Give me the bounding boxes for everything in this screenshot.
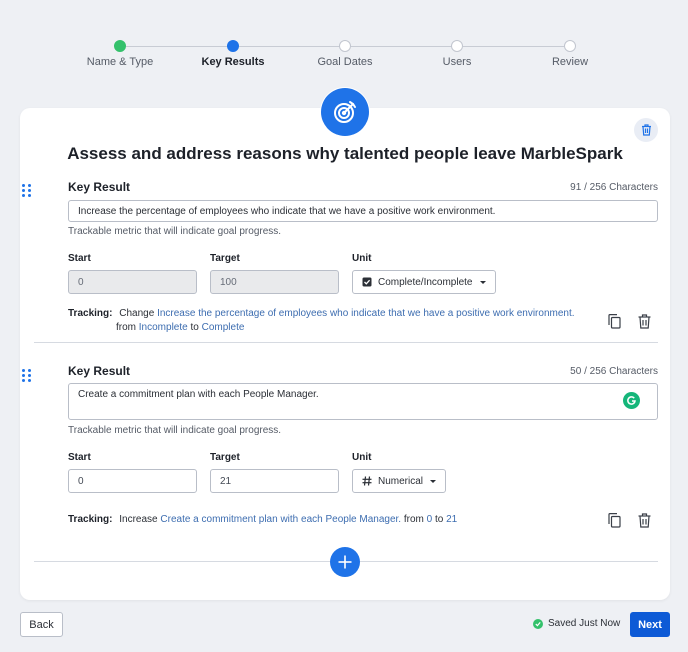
- key-result-text-input[interactable]: Increase the percentage of employees who…: [68, 200, 658, 222]
- tracking-to-value: Complete: [201, 322, 245, 333]
- step-name-type[interactable]: Name & Type: [60, 40, 180, 68]
- step-label: Goal Dates: [317, 56, 373, 68]
- progress-stepper: Name & Type Key Results Goal Dates Users…: [60, 40, 630, 80]
- drag-handle-icon[interactable]: [22, 369, 31, 382]
- section-divider: [34, 342, 658, 343]
- checkbox-icon: [362, 277, 372, 287]
- key-result-heading: Key Result: [68, 180, 131, 194]
- step-label: Review: [551, 56, 589, 68]
- trash-icon: [638, 313, 650, 329]
- unit-label: Unit: [352, 452, 372, 463]
- key-result-help-text: Trackable metric that will indicate goal…: [68, 425, 282, 436]
- start-input[interactable]: 0: [68, 270, 197, 294]
- start-label: Start: [68, 452, 91, 463]
- delete-goal-button[interactable]: [634, 118, 658, 142]
- step-key-results[interactable]: Key Results: [173, 40, 293, 68]
- step-complete-dot: [114, 40, 126, 52]
- unit-value: Complete/Incomplete: [378, 276, 473, 288]
- target-input[interactable]: 100: [210, 270, 339, 294]
- unit-select[interactable]: Numerical: [352, 469, 447, 493]
- tracking-to-word: to: [434, 514, 444, 525]
- tracking-to-word: to: [190, 322, 199, 333]
- step-active-dot: [227, 40, 239, 52]
- start-label: Start: [68, 253, 91, 264]
- chevron-down-icon: [479, 280, 486, 284]
- step-pending-dot: [564, 40, 576, 52]
- tracking-to-value: 21: [446, 514, 458, 525]
- delete-key-result-button[interactable]: [635, 511, 653, 529]
- tracking-label: Tracking:: [68, 308, 113, 319]
- start-input[interactable]: 0: [68, 469, 197, 493]
- character-count: 50 / 256 Characters: [570, 366, 658, 377]
- grammarly-icon[interactable]: [623, 392, 640, 409]
- next-button[interactable]: Next: [630, 612, 670, 637]
- add-key-result-button[interactable]: [330, 547, 360, 577]
- key-result-text-input[interactable]: Create a commitment plan with each Peopl…: [68, 383, 658, 420]
- step-review[interactable]: Review: [510, 40, 630, 68]
- unit-value: Numerical: [378, 475, 424, 487]
- tracking-from-word: from: [403, 514, 424, 525]
- back-button[interactable]: Back: [20, 612, 63, 637]
- tracking-label: Tracking:: [68, 514, 113, 525]
- goal-title: Assess and address reasons why talented …: [67, 144, 623, 163]
- goal-icon-badge: [320, 87, 370, 137]
- step-label: Key Results: [201, 56, 265, 68]
- step-pending-dot: [339, 40, 351, 52]
- tracking-from-value: 0: [426, 514, 433, 525]
- unit-select[interactable]: Complete/Incomplete: [352, 270, 496, 294]
- save-status: Saved Just Now: [533, 618, 620, 629]
- trash-icon: [638, 512, 650, 528]
- tracking-summary: Tracking: Increase Create a commitment p…: [68, 513, 588, 527]
- saved-label: Saved Just Now: [548, 618, 621, 629]
- step-pending-dot: [451, 40, 463, 52]
- tracking-verb: Increase: [119, 514, 158, 525]
- tracking-from-word: from: [116, 322, 136, 333]
- plus-icon: [338, 555, 352, 569]
- duplicate-key-result-button[interactable]: [605, 511, 623, 529]
- target-input[interactable]: 21: [210, 469, 339, 493]
- key-result-help-text: Trackable metric that will indicate goal…: [68, 226, 282, 237]
- hash-icon: [362, 476, 372, 486]
- copy-icon: [607, 512, 621, 528]
- tracking-metric: Create a commitment plan with each Peopl…: [160, 514, 402, 525]
- check-circle-icon: [533, 618, 543, 629]
- unit-label: Unit: [352, 253, 372, 264]
- character-count: 91 / 256 Characters: [570, 182, 658, 193]
- step-goal-dates[interactable]: Goal Dates: [285, 40, 405, 68]
- target-label: Target: [210, 452, 240, 463]
- key-result-heading: Key Result: [68, 364, 131, 378]
- step-label: Users: [442, 56, 472, 68]
- step-users[interactable]: Users: [397, 40, 517, 68]
- tracking-from-value: Incomplete: [138, 322, 188, 333]
- tracking-summary: Tracking: Change Increase the percentage…: [68, 307, 588, 335]
- drag-handle-icon[interactable]: [22, 184, 31, 197]
- copy-icon: [607, 313, 621, 329]
- trash-icon: [641, 124, 651, 136]
- delete-key-result-button[interactable]: [635, 312, 653, 330]
- step-label: Name & Type: [86, 56, 154, 68]
- duplicate-key-result-button[interactable]: [605, 312, 623, 330]
- tracking-metric: Increase the percentage of employees who…: [157, 308, 575, 319]
- target-arrow-icon: [321, 88, 369, 136]
- tracking-verb: Change: [119, 308, 155, 319]
- target-label: Target: [210, 253, 240, 264]
- chevron-down-icon: [430, 479, 437, 483]
